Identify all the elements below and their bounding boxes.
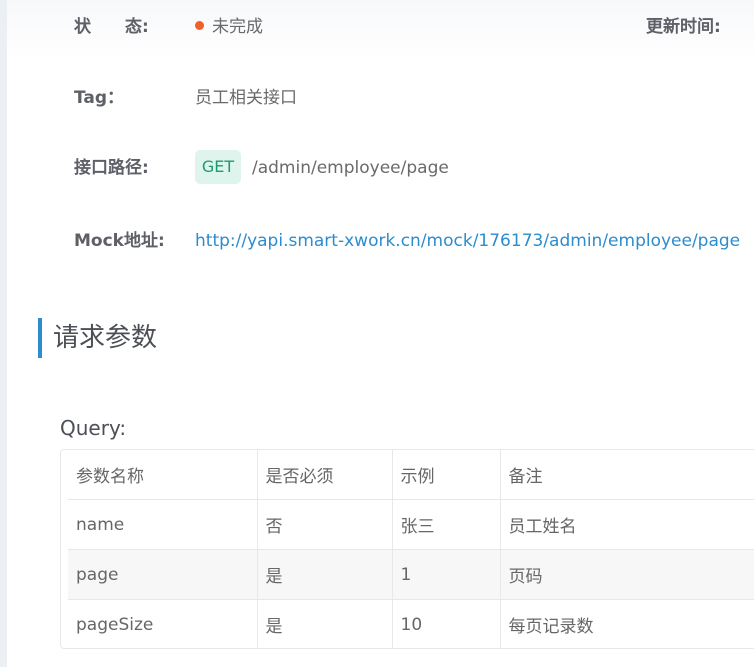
path-row: 接口路径: GET /admin/employee/page [0, 150, 754, 184]
param-name-cell: page [68, 549, 258, 600]
param-name-cell: pageSize [68, 599, 258, 648]
table-row: page 是 1 页码 [68, 549, 754, 600]
section-title: 请求参数 [53, 323, 158, 353]
table-row: pageSize 是 10 每页记录数 [68, 599, 754, 648]
status-value: 未完成 [212, 17, 263, 37]
table-header-row: 参数名称 是否必须 示例 备注 [68, 450, 754, 500]
section-accent-bar [38, 318, 42, 358]
api-detail-page: 状 态: 未完成 更新时间: Tag： 员工相关接口 接口路径: GET /ad… [0, 0, 754, 667]
status-value-wrap: 未完成 [195, 12, 263, 42]
param-required-cell: 是 [257, 599, 393, 648]
status-dot-icon [195, 20, 204, 30]
param-name-cell: name [68, 499, 258, 550]
status-row: 状 态: 未完成 更新时间: [0, 12, 754, 42]
param-example-cell: 10 [392, 599, 501, 648]
method-badge: GET [195, 150, 241, 184]
column-header: 参数名称 [68, 450, 258, 500]
param-example-cell: 1 [392, 549, 501, 600]
param-example-cell: 张三 [392, 499, 501, 550]
param-note-cell: 员工姓名 [500, 499, 754, 550]
tag-value: 员工相关接口 [195, 88, 297, 108]
update-time-label: 更新时间: [646, 17, 721, 37]
status-label: 状 态: [74, 17, 149, 37]
tag-row: Tag： 员工相关接口 [0, 83, 754, 113]
mock-label: Mock地址: [74, 231, 165, 251]
param-required-cell: 否 [257, 499, 393, 550]
param-note-cell: 每页记录数 [500, 599, 754, 648]
path-label: 接口路径: [74, 158, 149, 178]
column-header: 备注 [500, 450, 754, 500]
column-header: 是否必须 [257, 450, 393, 500]
api-path: /admin/employee/page [252, 158, 449, 178]
param-note-cell: 页码 [500, 549, 754, 600]
query-label: Query: [60, 416, 127, 440]
column-header: 示例 [392, 450, 501, 500]
param-required-cell: 是 [257, 549, 393, 600]
mock-row: Mock地址: http://yapi.smart-xwork.cn/mock/… [0, 226, 754, 256]
table-row: name 否 张三 员工姓名 [68, 499, 754, 550]
query-params-table: 参数名称 是否必须 示例 备注 name 否 张三 员工姓名 page 是 1 [60, 449, 754, 649]
tag-label: Tag： [74, 88, 125, 108]
mock-url-link[interactable]: http://yapi.smart-xwork.cn/mock/176173/a… [195, 226, 740, 256]
